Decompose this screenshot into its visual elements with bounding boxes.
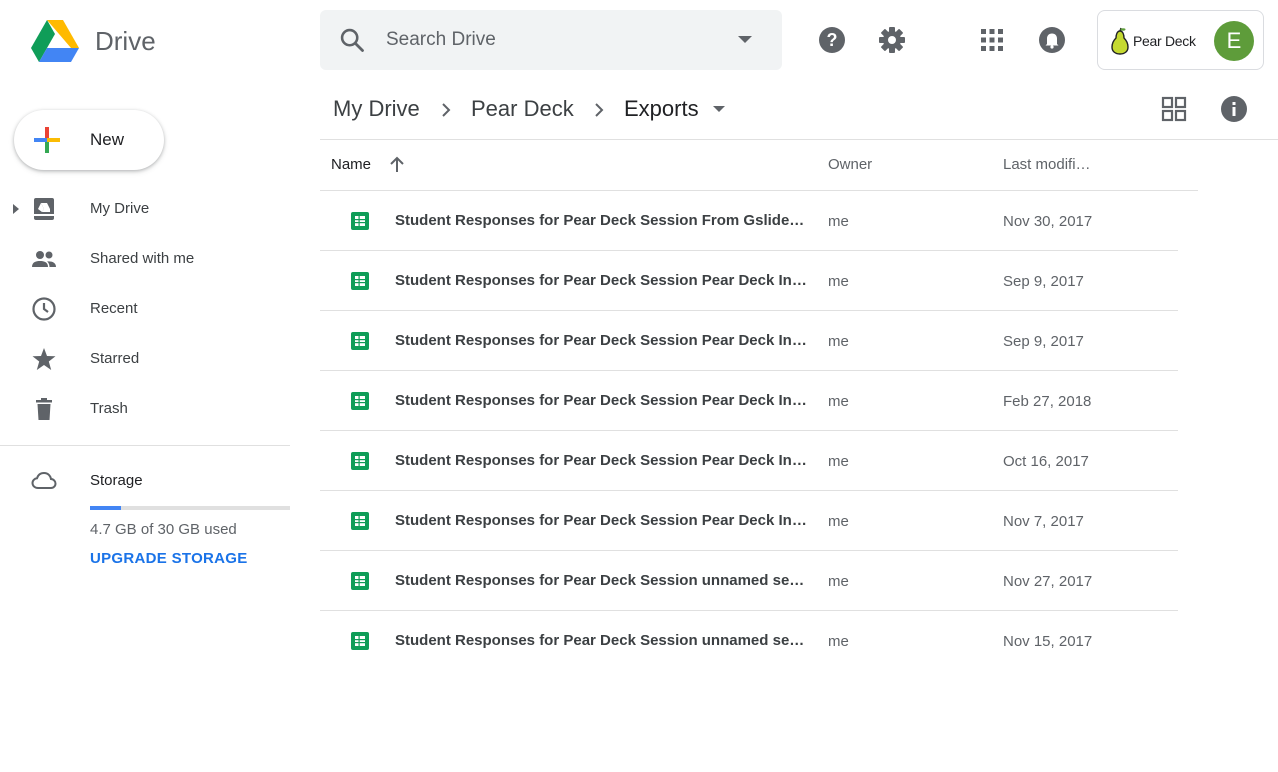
- file-name: Student Responses for Pear Deck Session …: [395, 332, 807, 349]
- new-button[interactable]: New: [14, 110, 164, 170]
- app-title[interactable]: Drive: [95, 26, 156, 57]
- file-name: Student Responses for Pear Deck Session …: [395, 392, 807, 409]
- google-sheets-icon: [351, 572, 369, 590]
- table-row[interactable]: Student Responses for Pear Deck Session …: [320, 431, 1178, 491]
- apps-grid-icon[interactable]: [976, 24, 1008, 56]
- account-brand-label: Pear Deck: [1133, 33, 1196, 49]
- table-row[interactable]: Student Responses for Pear Deck Session …: [320, 491, 1178, 551]
- file-name: Student Responses for Pear Deck Session …: [395, 512, 807, 529]
- table-row[interactable]: Student Responses for Pear Deck Session …: [320, 311, 1178, 371]
- sidebar-item-trash[interactable]: Trash: [0, 389, 290, 429]
- file-name: Student Responses for Pear Deck Session …: [395, 212, 807, 229]
- storage-usage-bar: [90, 506, 290, 510]
- my-drive-icon: [34, 198, 54, 220]
- new-button-label: New: [90, 130, 125, 149]
- sort-ascending-arrow-icon[interactable]: [387, 155, 407, 175]
- expand-arrow-icon[interactable]: [13, 204, 19, 214]
- toolbar-divider: [320, 139, 1278, 140]
- people-icon: [32, 251, 56, 267]
- folder-menu-dropdown-icon[interactable]: [713, 106, 725, 112]
- file-last-modified: Nov 30, 2017: [1003, 213, 1093, 230]
- file-last-modified: Nov 15, 2017: [1003, 633, 1093, 650]
- trash-icon: [36, 398, 52, 420]
- sidebar-item-label: Trash: [90, 400, 128, 417]
- notifications-bell-icon[interactable]: [1036, 24, 1068, 56]
- drive-logo-icon[interactable]: [30, 18, 80, 62]
- file-last-modified: Nov 7, 2017: [1003, 513, 1084, 530]
- svg-text:?: ?: [827, 30, 838, 50]
- google-sheets-icon: [351, 212, 369, 230]
- column-header-name[interactable]: Name: [331, 156, 371, 173]
- storage-usage-fill: [90, 506, 122, 510]
- sidebar-item-starred[interactable]: Starred: [0, 339, 290, 379]
- google-sheets-icon: [351, 512, 369, 530]
- google-sheets-icon: [351, 272, 369, 290]
- column-header-owner[interactable]: Owner: [828, 156, 872, 173]
- file-last-modified: Sep 9, 2017: [1003, 273, 1084, 290]
- file-last-modified: Oct 16, 2017: [1003, 453, 1089, 470]
- storage-used-text: 4.7 GB of 30 GB used: [90, 521, 237, 538]
- table-row[interactable]: Student Responses for Pear Deck Session …: [320, 191, 1178, 251]
- file-name: Student Responses for Pear Deck Session …: [395, 572, 807, 589]
- file-last-modified: Sep 9, 2017: [1003, 333, 1084, 350]
- star-icon: [32, 348, 56, 370]
- search-icon[interactable]: [338, 26, 366, 54]
- settings-gear-icon[interactable]: [876, 24, 908, 56]
- search-input[interactable]: [386, 25, 726, 55]
- grid-view-icon[interactable]: [1158, 93, 1190, 125]
- sidebar-item-shared-with-me[interactable]: Shared with me: [0, 239, 290, 279]
- file-owner: me: [828, 513, 849, 530]
- chevron-right-icon: [595, 103, 604, 117]
- chevron-right-icon: [442, 103, 451, 117]
- storage-label: Storage: [90, 472, 143, 489]
- sidebar-item-label: My Drive: [90, 200, 150, 217]
- top-bar: Drive ?: [0, 0, 1278, 80]
- sidebar-item-label: Shared with me: [90, 250, 195, 267]
- google-sheets-icon: [351, 632, 369, 650]
- file-owner: me: [828, 633, 849, 650]
- sidebar-item-label: Recent: [90, 300, 138, 317]
- breadcrumb-my-drive[interactable]: My Drive: [333, 96, 420, 122]
- table-row[interactable]: Student Responses for Pear Deck Session …: [320, 551, 1178, 611]
- upgrade-storage-link[interactable]: UPGRADE STORAGE: [90, 550, 248, 567]
- help-icon[interactable]: ?: [816, 24, 848, 56]
- sidebar-item-my-drive[interactable]: My Drive: [0, 189, 290, 229]
- file-name: Student Responses for Pear Deck Session …: [395, 452, 807, 469]
- file-owner: me: [828, 333, 849, 350]
- file-owner: me: [828, 273, 849, 290]
- google-sheets-icon: [351, 332, 369, 350]
- search-bar[interactable]: [320, 10, 782, 70]
- pear-deck-logo-icon: [1111, 27, 1129, 55]
- sidebar-item-recent[interactable]: Recent: [0, 289, 290, 329]
- sidebar-item-label: Starred: [90, 350, 140, 367]
- table-row[interactable]: Student Responses for Pear Deck Session …: [320, 251, 1178, 311]
- file-owner: me: [828, 213, 849, 230]
- account-switcher[interactable]: Pear Deck E: [1097, 10, 1264, 70]
- search-options-dropdown-icon[interactable]: [738, 36, 752, 43]
- file-name: Student Responses for Pear Deck Session …: [395, 632, 807, 649]
- sidebar-item-storage[interactable]: Storage: [0, 461, 290, 501]
- cloud-icon: [31, 471, 57, 489]
- breadcrumb-pear-deck[interactable]: Pear Deck: [471, 96, 574, 122]
- plus-icon: [34, 127, 60, 153]
- file-owner: me: [828, 393, 849, 410]
- file-last-modified: Feb 27, 2018: [1003, 393, 1092, 410]
- sidebar-divider: [0, 445, 290, 446]
- clock-icon: [32, 297, 56, 321]
- google-sheets-icon: [351, 452, 369, 470]
- google-sheets-icon: [351, 392, 369, 410]
- file-name: Student Responses for Pear Deck Session …: [395, 272, 807, 289]
- file-owner: me: [828, 453, 849, 470]
- file-last-modified: Nov 27, 2017: [1003, 573, 1093, 590]
- table-row[interactable]: Student Responses for Pear Deck Session …: [320, 371, 1178, 431]
- column-header-last-modified[interactable]: Last modifi…: [1003, 156, 1091, 173]
- file-owner: me: [828, 573, 849, 590]
- breadcrumb-exports[interactable]: Exports: [624, 96, 699, 122]
- table-row[interactable]: Student Responses for Pear Deck Session …: [320, 611, 1178, 671]
- info-icon[interactable]: [1218, 93, 1250, 125]
- avatar[interactable]: E: [1214, 21, 1254, 61]
